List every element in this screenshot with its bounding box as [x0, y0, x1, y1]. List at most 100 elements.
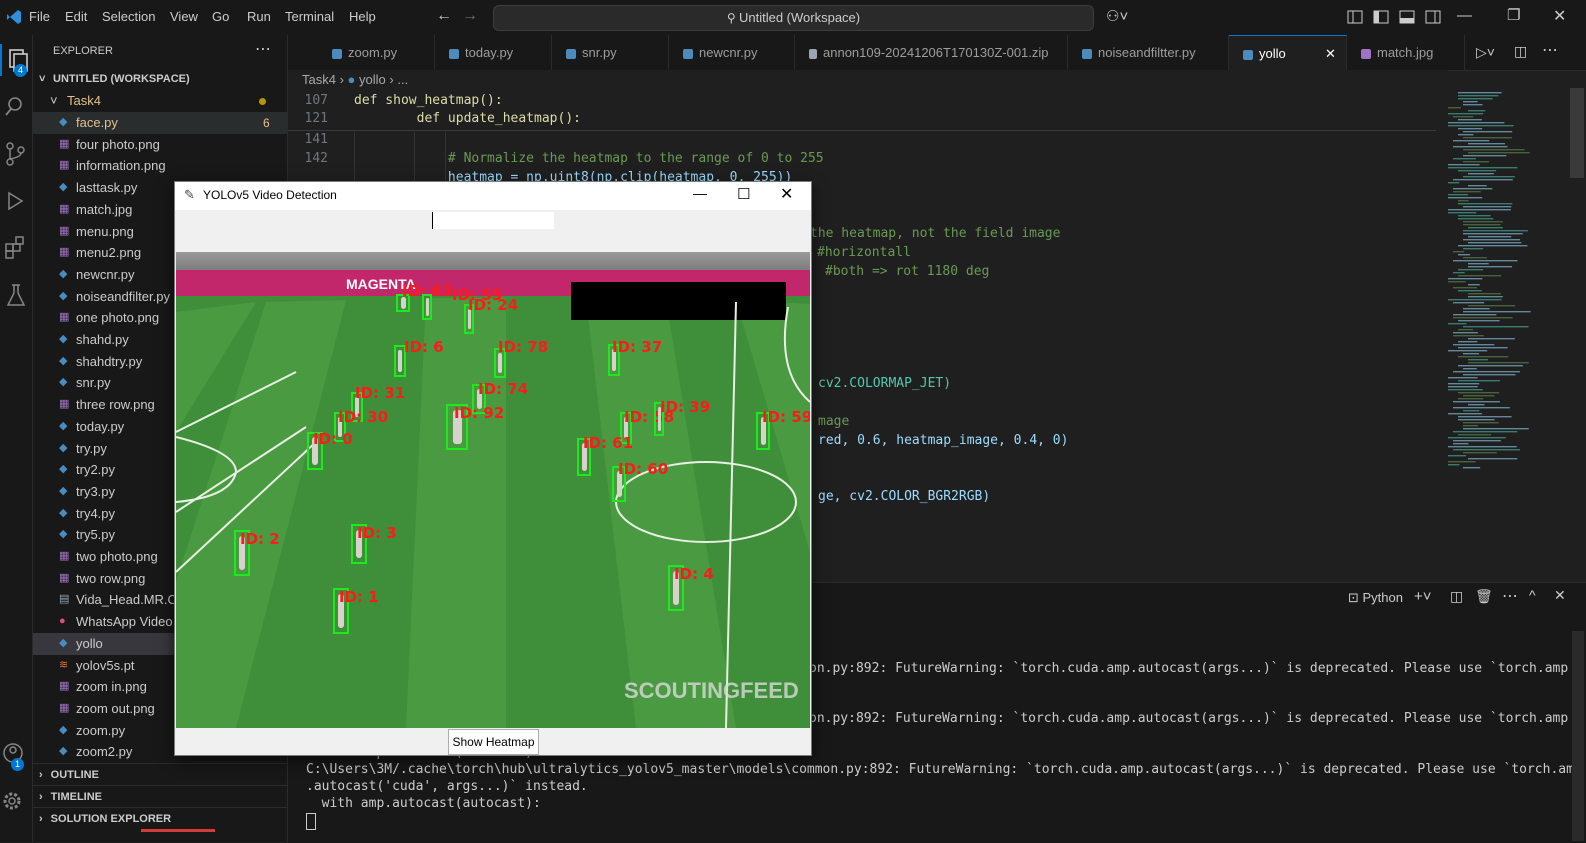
- toggle-panel-icon[interactable]: [1399, 10, 1415, 24]
- tab-noiseandfiltter[interactable]: noiseandfiltter.py: [1068, 35, 1229, 70]
- menu-terminal[interactable]: Terminal: [285, 9, 334, 24]
- vscode-logo-icon: [7, 10, 21, 24]
- more-tab-actions-icon[interactable]: ⋯: [1542, 40, 1558, 60]
- file-item[interactable]: ◆ face.py 6: [33, 112, 287, 134]
- menu-edit[interactable]: Edit: [65, 9, 87, 24]
- minimap[interactable]: [1448, 88, 1570, 488]
- minimize-icon[interactable]: —: [1457, 7, 1472, 24]
- python-file-icon: ◆: [59, 506, 68, 519]
- minimap-line: [1448, 413, 1482, 415]
- forward-arrow-icon[interactable]: →: [462, 7, 478, 25]
- toggle-secondary-sidebar-icon[interactable]: [1425, 10, 1441, 24]
- title-bar: File Edit Selection View Go Run Terminal…: [0, 0, 1586, 36]
- menu-file[interactable]: File: [29, 9, 50, 24]
- show-heatmap-button[interactable]: Show Heatmap: [448, 729, 539, 755]
- tab-yollo-active[interactable]: yollo ✕: [1229, 35, 1347, 72]
- menu-help[interactable]: Help: [349, 9, 376, 24]
- breadcrumb-file[interactable]: yollo: [359, 72, 386, 87]
- file-label: try.py: [76, 440, 107, 456]
- file-label: try5.py: [76, 527, 116, 543]
- file-item[interactable]: ▦ information.png: [33, 155, 287, 177]
- minimap-line: [1458, 170, 1497, 172]
- menu-view[interactable]: View: [170, 9, 198, 24]
- terminal-scrollbar[interactable]: [1572, 631, 1584, 841]
- tab-zoom[interactable]: zoom.py: [318, 35, 435, 70]
- copilot-icon[interactable]: ⚇˅: [1106, 7, 1128, 25]
- command-center[interactable]: ⚲ Untitled (Workspace): [493, 5, 1094, 31]
- python-file-icon: ◆: [59, 333, 68, 345]
- workspace-header[interactable]: ˅ UNTITLED (WORKSPACE): [33, 68, 287, 90]
- menu-go[interactable]: Go: [212, 9, 229, 24]
- outline-section[interactable]: › OUTLINE: [33, 763, 287, 786]
- tab-snr[interactable]: snr.py: [552, 35, 669, 70]
- run-file-icon[interactable]: ▷˅: [1476, 44, 1495, 61]
- video-frame: MAGENTA SCOUTINGFEED ID: 63 ID: 55 ID: 24 I…: [176, 252, 810, 728]
- text-entry[interactable]: [432, 212, 554, 229]
- terminal-shell-selector[interactable]: ⊡ Python: [1348, 590, 1403, 606]
- trash-icon[interactable]: 🗑: [1475, 588, 1493, 605]
- editor-scrollbar[interactable]: [1570, 88, 1584, 178]
- python-file-icon: ◆: [59, 116, 68, 128]
- activity-bar: 4 1: [0, 35, 33, 842]
- minimap-line: [1458, 200, 1469, 202]
- minimap-line: [1448, 350, 1488, 352]
- explorer-icon[interactable]: 4: [0, 44, 34, 77]
- file-item[interactable]: ▦ four photo.png: [33, 134, 287, 156]
- more-actions-icon[interactable]: ⋯: [255, 39, 271, 59]
- tab-label: newcnr.py: [699, 45, 758, 60]
- minimize-icon[interactable]: —: [693, 185, 707, 201]
- minimap-line: [1458, 254, 1471, 256]
- manage-gear-icon[interactable]: [0, 785, 32, 817]
- tab-today[interactable]: today.py: [435, 35, 552, 70]
- tab-zip[interactable]: annon109-20241206T170130Z-001.zip: [795, 35, 1068, 70]
- tab-label: match.jpg: [1377, 45, 1434, 60]
- python-file-icon: ◆: [59, 354, 68, 367]
- image-file-icon: ▦: [59, 224, 70, 237]
- timeline-section[interactable]: › TIMELINE: [33, 785, 287, 808]
- menu-run[interactable]: Run: [247, 9, 271, 24]
- testing-icon[interactable]: [0, 279, 32, 311]
- file-label: today.py: [76, 418, 125, 434]
- folder-task4[interactable]: ˅ Task4: [33, 90, 287, 112]
- customize-layout-icon[interactable]: [1347, 10, 1363, 24]
- minimap-line: [1448, 122, 1505, 124]
- minimap-line: [1448, 455, 1467, 457]
- code-fragment: ge, cv2.COLOR_BGR2RGB): [818, 489, 991, 504]
- back-arrow-icon[interactable]: ←: [436, 7, 452, 25]
- close-window-icon[interactable]: ✕: [1553, 6, 1566, 26]
- split-editor-icon[interactable]: ◫: [1514, 43, 1527, 60]
- more-panel-actions-icon[interactable]: ⋯: [1502, 586, 1518, 606]
- minimap-line: [1458, 218, 1494, 220]
- file-label: menu2.png: [76, 245, 142, 261]
- new-terminal-icon[interactable]: +˅: [1414, 588, 1432, 605]
- split-terminal-icon[interactable]: ◫: [1450, 588, 1463, 605]
- minimap-line: [1463, 248, 1484, 250]
- close-tab-icon[interactable]: ✕: [1325, 36, 1336, 71]
- close-window-icon[interactable]: ✕: [780, 184, 793, 204]
- search-icon[interactable]: [0, 91, 32, 123]
- minimap-line: [1463, 410, 1480, 412]
- accounts-icon[interactable]: 1: [0, 738, 32, 771]
- window-title-bar[interactable]: ✎ YOLOv5 Video Detection — ☐ ✕: [175, 182, 811, 210]
- minimap-line: [1458, 290, 1482, 292]
- toggle-sidebar-icon[interactable]: [1373, 10, 1389, 24]
- file-label: yollo: [76, 635, 103, 651]
- source-control-icon[interactable]: [0, 138, 32, 170]
- tab-match[interactable]: match.jpg: [1347, 35, 1465, 70]
- close-panel-icon[interactable]: ✕: [1554, 587, 1566, 604]
- restore-icon[interactable]: ❐: [1507, 6, 1520, 24]
- tab-newcnr[interactable]: newcnr.py: [669, 35, 795, 70]
- extensions-icon[interactable]: [0, 232, 32, 264]
- solution-explorer-section[interactable]: › SOLUTION EXPLORER: [33, 807, 287, 830]
- maximize-icon[interactable]: ☐: [737, 185, 750, 203]
- terminal-line: on.py:892: FutureWarning: `torch.cuda.am…: [809, 661, 1569, 676]
- breadcrumb-folder[interactable]: Task4: [302, 72, 336, 87]
- maximize-panel-icon[interactable]: ^: [1529, 587, 1536, 603]
- terminal-cursor[interactable]: [306, 813, 316, 830]
- minimap-line: [1453, 443, 1469, 445]
- minimap-line: [1453, 371, 1520, 373]
- run-debug-icon[interactable]: [0, 185, 32, 217]
- minimap-line: [1468, 293, 1501, 295]
- menu-selection[interactable]: Selection: [102, 9, 155, 24]
- minimap-line: [1463, 101, 1478, 103]
